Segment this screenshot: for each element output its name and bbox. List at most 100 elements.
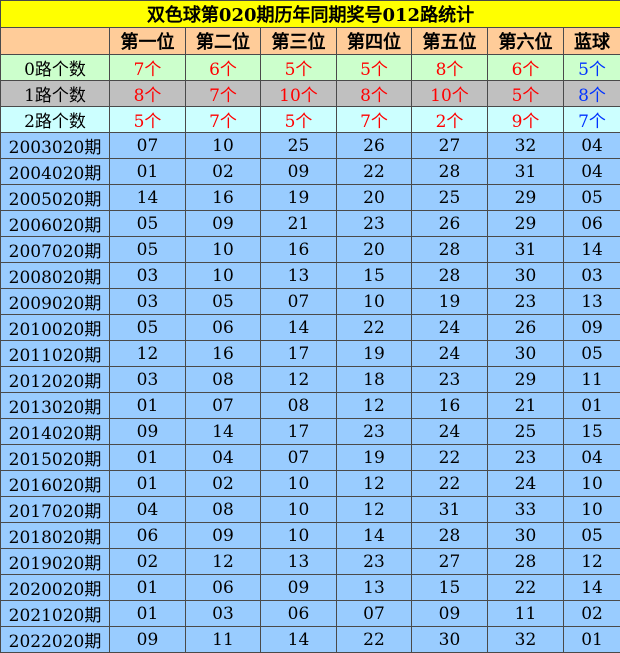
position-count: 5个: [337, 55, 412, 81]
issue-number: 2013020期: [1, 393, 110, 419]
red-ball-number: 27: [412, 549, 488, 575]
red-ball-number: 01: [110, 601, 186, 627]
red-ball-number: 12: [337, 471, 412, 497]
issue-number: 2020020期: [1, 575, 110, 601]
red-ball-number: 08: [261, 393, 337, 419]
table-row: 2003020期07102526273204: [1, 133, 620, 159]
table-row: 2012020期03081218232911: [1, 367, 620, 393]
red-ball-number: 28: [412, 263, 488, 289]
red-ball-number: 06: [261, 601, 337, 627]
red-ball-number: 28: [412, 237, 488, 263]
red-ball-number: 14: [186, 419, 261, 445]
red-ball-number: 12: [261, 367, 337, 393]
position-count: 6个: [186, 55, 261, 81]
header-pos6: 第六位: [488, 28, 564, 55]
red-ball-number: 22: [337, 315, 412, 341]
red-ball-number: 08: [186, 367, 261, 393]
route-2-count-row: 2路个数5个7个5个7个2个9个7个: [1, 107, 620, 133]
red-ball-number: 01: [110, 575, 186, 601]
blue-ball-number: 04: [564, 159, 620, 185]
blue-ball-number: 06: [564, 211, 620, 237]
position-count: 7个: [337, 107, 412, 133]
issue-number: 2010020期: [1, 315, 110, 341]
table-row: 2007020期05101620283114: [1, 237, 620, 263]
route-count-label: 1路个数: [1, 81, 110, 107]
red-ball-number: 23: [488, 445, 564, 471]
red-ball-number: 09: [412, 601, 488, 627]
issue-number: 2019020期: [1, 549, 110, 575]
red-ball-number: 07: [186, 393, 261, 419]
red-ball-number: 10: [261, 523, 337, 549]
red-ball-number: 28: [488, 549, 564, 575]
blue-ball-number: 13: [564, 289, 620, 315]
red-ball-number: 13: [261, 263, 337, 289]
blue-ball-number: 10: [564, 471, 620, 497]
red-ball-number: 27: [412, 133, 488, 159]
position-count: 8个: [337, 81, 412, 107]
position-count: 7个: [186, 107, 261, 133]
red-ball-number: 16: [186, 341, 261, 367]
red-ball-number: 10: [261, 471, 337, 497]
table-row: 2008020期03101315283003: [1, 263, 620, 289]
blue-ball-number: 02: [564, 601, 620, 627]
route-1-count-row: 1路个数8个7个10个8个10个5个8个: [1, 81, 620, 107]
red-ball-number: 07: [110, 133, 186, 159]
table-row: 2019020期02121323272812: [1, 549, 620, 575]
table-row: 2014020期09141723242515: [1, 419, 620, 445]
red-ball-number: 04: [110, 497, 186, 523]
red-ball-number: 01: [110, 471, 186, 497]
blue-ball-number: 14: [564, 575, 620, 601]
red-ball-number: 16: [412, 393, 488, 419]
red-ball-number: 13: [337, 575, 412, 601]
red-ball-number: 14: [261, 315, 337, 341]
red-ball-number: 25: [412, 185, 488, 211]
red-ball-number: 09: [110, 419, 186, 445]
red-ball-number: 06: [186, 575, 261, 601]
position-count: 5个: [261, 107, 337, 133]
red-ball-number: 24: [412, 419, 488, 445]
position-count: 6个: [488, 55, 564, 81]
red-ball-number: 22: [412, 471, 488, 497]
issue-number: 2011020期: [1, 341, 110, 367]
red-ball-number: 09: [261, 575, 337, 601]
header-pos2: 第二位: [186, 28, 261, 55]
red-ball-number: 10: [186, 263, 261, 289]
blue-ball-number: 05: [564, 341, 620, 367]
red-ball-number: 10: [186, 133, 261, 159]
blue-ball-number: 03: [564, 263, 620, 289]
position-count: 7个: [186, 81, 261, 107]
blue-ball-number: 01: [564, 627, 620, 653]
blue-ball-number: 04: [564, 445, 620, 471]
header-pos3: 第三位: [261, 28, 337, 55]
position-count: 8个: [110, 81, 186, 107]
red-ball-number: 30: [412, 627, 488, 653]
blue-ball-count: 8个: [564, 81, 620, 107]
red-ball-number: 05: [110, 211, 186, 237]
red-ball-number: 24: [412, 341, 488, 367]
red-ball-number: 10: [337, 289, 412, 315]
issue-number: 2005020期: [1, 185, 110, 211]
blue-ball-number: 04: [564, 133, 620, 159]
issue-number: 2015020期: [1, 445, 110, 471]
blue-ball-number: 05: [564, 185, 620, 211]
red-ball-number: 17: [261, 341, 337, 367]
red-ball-number: 30: [488, 263, 564, 289]
red-ball-number: 22: [412, 445, 488, 471]
issue-number: 2018020期: [1, 523, 110, 549]
table-row: 2010020期05061422242609: [1, 315, 620, 341]
red-ball-number: 03: [110, 289, 186, 315]
red-ball-number: 21: [261, 211, 337, 237]
red-ball-number: 16: [261, 237, 337, 263]
table-row: 2013020期01070812162101: [1, 393, 620, 419]
table-row: 2020020期01060913152214: [1, 575, 620, 601]
table-title: 双色球第020期历年同期奖号012路统计: [1, 1, 620, 28]
red-ball-number: 06: [186, 315, 261, 341]
red-ball-number: 25: [488, 419, 564, 445]
red-ball-number: 23: [412, 367, 488, 393]
red-ball-number: 11: [488, 601, 564, 627]
red-ball-number: 29: [488, 367, 564, 393]
red-ball-number: 23: [337, 211, 412, 237]
header-pos4: 第四位: [337, 28, 412, 55]
red-ball-number: 07: [261, 289, 337, 315]
blue-ball-number: 05: [564, 523, 620, 549]
